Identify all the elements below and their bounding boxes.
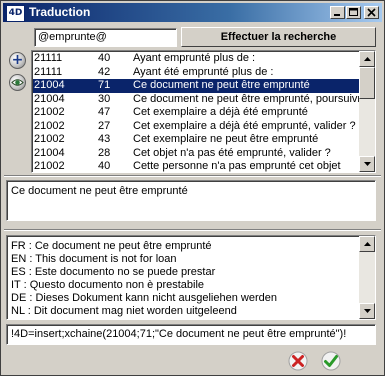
- add-button[interactable]: +: [9, 52, 26, 69]
- scroll-down-button[interactable]: [359, 156, 375, 172]
- scroll-down-button[interactable]: [359, 303, 375, 319]
- translation-line: NL : Dit document mag niet worden uitgel…: [11, 305, 237, 317]
- scroll-up-button[interactable]: [359, 236, 375, 252]
- scroll-thumb[interactable]: [359, 67, 375, 99]
- cancel-button[interactable]: [288, 351, 308, 371]
- text-cell: Ayant emprunté plus de :: [133, 52, 256, 64]
- search-button[interactable]: Effectuer la recherche: [181, 27, 376, 47]
- table-row[interactable]: 21002 43 Cet exemplaire ne peut être empru…: [33, 133, 359, 147]
- results-rows: 21111 40 Ayant emprunté plus de : 21111 42 Ay…: [33, 52, 359, 172]
- maximize-icon: [349, 8, 358, 16]
- number-cell: 27: [98, 119, 111, 132]
- group-cell: 21004: [34, 92, 65, 105]
- table-row[interactable]: 21111 42 Ayant été emprunté plus de :: [33, 66, 359, 80]
- number-cell: 47: [98, 106, 111, 118]
- ok-button[interactable]: [321, 351, 341, 371]
- up-arrow-icon: [364, 242, 371, 246]
- group-cell: 21002: [34, 119, 65, 132]
- code-field[interactable]: !4D=insert;xchaine(21004;71;"Ce document…: [6, 324, 376, 345]
- group-cell: 21002: [34, 106, 65, 118]
- down-arrow-icon: [364, 309, 371, 313]
- close-button[interactable]: [364, 6, 379, 19]
- number-cell: 40: [98, 160, 111, 172]
- separator: [4, 175, 381, 177]
- maximize-button[interactable]: [346, 6, 361, 19]
- translation-line: FR : Ce document ne peut être emprunté: [11, 240, 212, 252]
- table-row[interactable]: 21002 27 Cet exemplaire a déjà été emprunt…: [33, 120, 359, 134]
- group-cell: 21111: [34, 52, 63, 64]
- separator: [4, 229, 381, 231]
- results-list[interactable]: 21111 40 Ayant emprunté plus de : 21111 42 Ay…: [31, 50, 376, 173]
- minimize-icon: [334, 14, 340, 16]
- number-cell: 40: [98, 52, 111, 64]
- number-cell: 28: [98, 146, 111, 159]
- table-row[interactable]: 21002 40 Cette personne n'a pas emprunté c…: [33, 160, 359, 172]
- table-row[interactable]: 21111 40 Ayant emprunté plus de :: [33, 52, 359, 66]
- number-cell: 71: [98, 79, 111, 91]
- text-cell: Ce document ne peut être emprunté, pours…: [133, 92, 359, 105]
- table-row[interactable]: 21004 71 Ce document ne peut être emprunté: [33, 79, 359, 93]
- number-cell: 42: [98, 65, 111, 78]
- text-cell: Cet exemplaire ne peut être emprunté: [133, 133, 319, 145]
- ok-checkmark-icon: [321, 351, 341, 371]
- scroll-up-button[interactable]: [359, 51, 375, 67]
- text-cell: Cet objet n'a pas été emprunté, valider …: [133, 146, 331, 159]
- up-arrow-icon: [364, 57, 371, 61]
- table-row[interactable]: 21004 30 Ce document ne peut être emprunté…: [33, 93, 359, 107]
- table-row[interactable]: 21002 47 Cet exemplaire a déjà été emprunt…: [33, 106, 359, 120]
- close-icon: [367, 8, 376, 17]
- translation-line: IT : Questo documento non è prestabile: [11, 279, 205, 291]
- group-cell: 21111: [34, 65, 63, 78]
- plus-icon: +: [11, 52, 24, 68]
- detail-text-field[interactable]: Ce document ne peut être emprunté: [6, 180, 376, 221]
- number-cell: 43: [98, 133, 111, 145]
- translation-line: DE : Dieses Dokument kann nicht ausgelie…: [11, 292, 277, 304]
- group-cell: 21004: [34, 146, 65, 159]
- text-cell: Cet exemplaire a déjà été emprunté: [133, 106, 308, 118]
- cancel-icon: [288, 351, 308, 371]
- translation-line: ES : Este documento no se puede prestar: [11, 266, 216, 278]
- window-title: Traduction: [29, 5, 91, 19]
- app-logo: 4D: [6, 5, 25, 22]
- text-cell: Cet exemplaire a déjà été emprunté, vali…: [133, 119, 356, 132]
- translations-box[interactable]: FR : Ce document ne peut être emprunté EN…: [6, 235, 376, 320]
- group-cell: 21004: [34, 79, 65, 91]
- search-input[interactable]: @emprunte@: [34, 28, 177, 47]
- minimize-button[interactable]: [330, 6, 345, 19]
- text-cell: Ayant été emprunté plus de :: [133, 65, 274, 78]
- down-arrow-icon: [364, 162, 371, 166]
- results-scrollbar[interactable]: [359, 51, 375, 172]
- view-button[interactable]: [9, 74, 26, 91]
- title-bar[interactable]: 4D Traduction: [3, 3, 382, 22]
- group-cell: 21002: [34, 133, 65, 145]
- group-cell: 21002: [34, 160, 65, 172]
- translations-scrollbar[interactable]: [359, 236, 375, 319]
- translations-lines: FR : Ce document ne peut être emprunté EN…: [11, 240, 356, 318]
- table-row[interactable]: 21004 28 Cet objet n'a pas été emprunté, v…: [33, 147, 359, 161]
- number-cell: 30: [98, 92, 111, 105]
- text-cell: Cette personne n'a pas emprunté cet obje…: [133, 160, 341, 172]
- translation-line: EN : This document is not for loan: [11, 253, 177, 265]
- eye-icon: [11, 79, 24, 86]
- translation-window: 4D Traduction @emprunte@ Effectuer la re…: [0, 0, 385, 376]
- text-cell: Ce document ne peut être emprunté: [133, 79, 310, 91]
